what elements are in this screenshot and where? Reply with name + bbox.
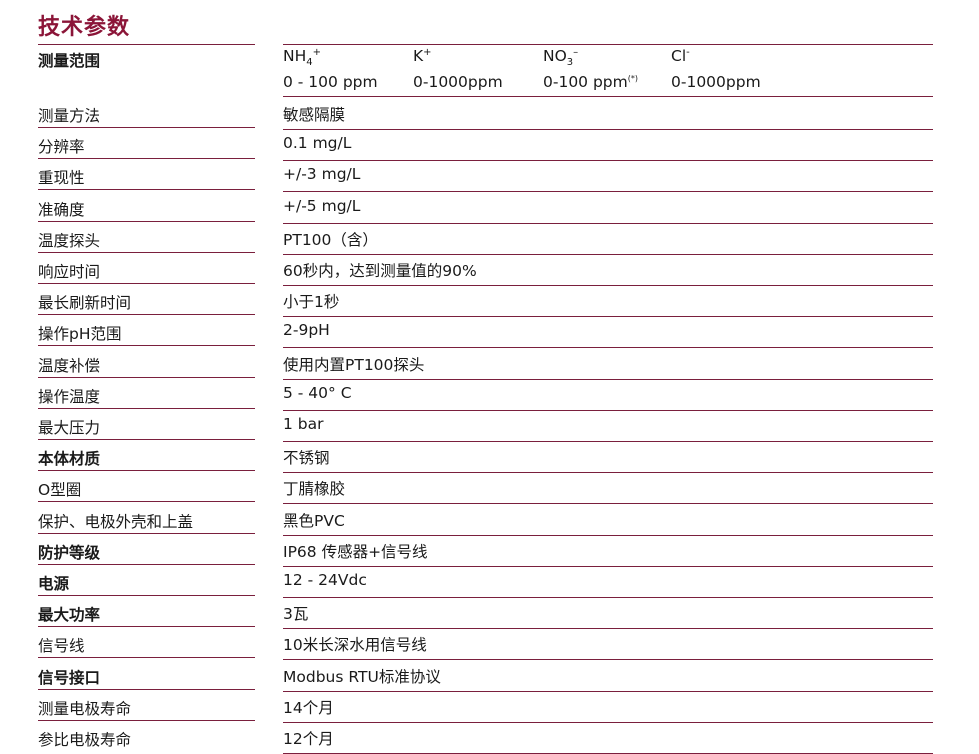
row-value: 使用内置PT100探头 [283,356,425,374]
range-row-rule [283,96,933,97]
row-value: 2-9pH [283,321,330,339]
row-rule-right [283,285,933,286]
row-value: 丁腈橡胶 [283,480,346,498]
table-top-rule-right [283,44,933,45]
row-rule-right [283,223,933,224]
row-rule-left [38,689,255,690]
row-value: 3瓦 [283,605,309,623]
row-rule-left [38,501,255,502]
row-rule-left [38,283,255,284]
row-rule-right [283,316,933,317]
row-label: 保护、电极外壳和上盖 [38,513,194,531]
range-k: 0-1000ppm [413,73,503,91]
row-rule-left [38,221,255,222]
row-rule-left [38,345,255,346]
row-value: 小于1秒 [283,293,340,311]
row-label: 信号接口 [38,669,101,687]
row-value: +/-5 mg/L [283,197,361,215]
row-rule-left [38,626,255,627]
row-label: 准确度 [38,201,85,219]
row-rule-left [38,470,255,471]
row-rule-right [283,503,933,504]
row-label: O型圈 [38,481,82,499]
row-rule-right [283,597,933,598]
row-rule-left [38,439,255,440]
row-value: 12个月 [283,730,334,748]
row-value: 1 bar [283,415,324,433]
row-label: 防护等级 [38,544,101,562]
row-rule-right [283,628,933,629]
row-label: 信号线 [38,637,85,655]
row-rule-left [38,252,255,253]
ion-no3: NO3– [543,46,579,69]
row-rule-left [38,564,255,565]
row-rule-left [38,657,255,658]
ion-nh4: NH4+ [283,46,322,69]
row-value: 5 - 40° C [283,384,352,402]
row-value: Modbus RTU标准协议 [283,668,441,686]
row-rule-right [283,691,933,692]
row-rule-right [283,191,933,192]
row-value: IP68 传感器+信号线 [283,543,428,561]
row-rule-right [283,659,933,660]
row-rule-right [283,254,933,255]
row-rule-left [38,127,255,128]
range-nh4: 0 - 100 ppm [283,73,378,91]
row-rule-right [283,379,933,380]
page-title: 技术参数 [38,15,131,40]
row-label: 响应时间 [38,263,101,281]
row-value: 12 - 24Vdc [283,571,367,589]
row-label: 重现性 [38,169,85,187]
row-label: 分辨率 [38,138,85,156]
row-value: +/-3 mg/L [283,165,361,183]
row-value: PT100（含） [283,231,378,249]
row-rule-right [283,347,933,348]
row-value: 黑色PVC [283,512,345,530]
row-rule-right [283,472,933,473]
row-label: 操作pH范围 [38,325,122,343]
range-cl: 0-1000ppm [671,73,761,91]
row-label: 本体材质 [38,450,101,468]
row-rule-right [283,441,933,442]
row-label: 测量电极寿命 [38,700,132,718]
row-label: 最长刷新时间 [38,294,132,312]
row-value: 60秒内，达到测量值的90% [283,262,477,280]
row-value: 不锈钢 [283,449,330,467]
row-label: 最大压力 [38,419,101,437]
row-label: 温度探头 [38,232,101,250]
row-rule-left [38,189,255,190]
row-rule-left [38,533,255,534]
footnote-mark: (*) [627,73,638,83]
row-rule-left [38,314,255,315]
row-rule-right [283,129,933,130]
row-rule-right [283,160,933,161]
row-label: 最大功率 [38,606,101,624]
row-rule-left [38,408,255,409]
row-label: 操作温度 [38,388,101,406]
row-rule-right [283,535,933,536]
range-no3: 0-100 ppm(*) [543,73,638,91]
row-label: 测量方法 [38,107,101,125]
row-rule-right [283,410,933,411]
row-value: 14个月 [283,699,334,717]
row-rule-right [283,722,933,723]
table-top-rule-left [38,44,255,45]
row-rule-right [283,566,933,567]
ion-cl: Cl- [671,46,690,65]
range-label: 测量范围 [38,52,101,70]
row-rule-left [38,595,255,596]
row-rule-left [38,158,255,159]
ion-k: K+ [413,46,432,65]
row-rule-left [38,377,255,378]
row-rule-left [38,720,255,721]
row-value: 敏感隔膜 [283,106,346,124]
row-value: 0.1 mg/L [283,134,352,152]
row-label: 温度补偿 [38,357,101,375]
row-label: 电源 [38,575,70,593]
row-value: 10米长深水用信号线 [283,636,427,654]
